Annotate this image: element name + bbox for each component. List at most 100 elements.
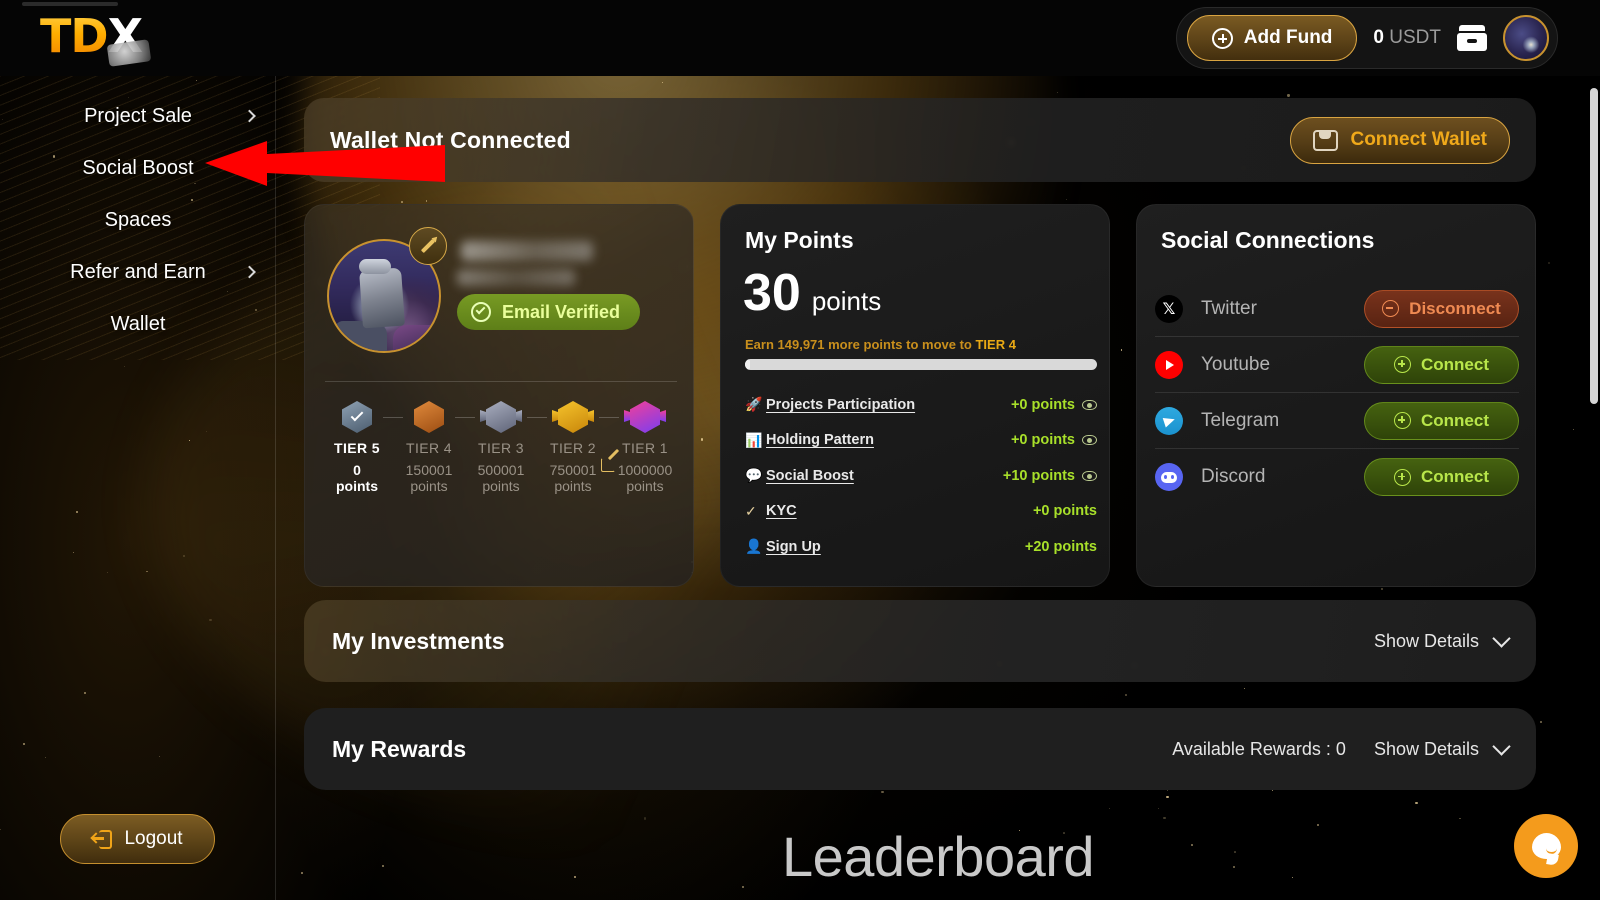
points-row-value-wrap: +0 points (1033, 502, 1097, 520)
points-row-label[interactable]: Sign Up (766, 539, 1025, 555)
chevron-down-icon (1492, 736, 1511, 756)
chat-widget-button[interactable] (1514, 814, 1578, 878)
tier-hint-target: TIER 4 (975, 337, 1016, 352)
points-row: 💬 Social Boost +10 points (745, 458, 1097, 494)
social-action-label: Connect (1421, 354, 1489, 374)
profile-email-redacted (457, 269, 575, 286)
tier-points: 500001 points (478, 462, 525, 494)
connect-discord-button[interactable]: Connect (1364, 458, 1519, 496)
tier-points-value: 1000000 (617, 462, 673, 478)
points-row-value: +0 points (1032, 503, 1097, 520)
tier-name: TIER 2 (550, 440, 596, 456)
tier-2[interactable]: TIER 2 750001 points (537, 401, 619, 494)
sidebar-item-refer-and-earn[interactable]: Refer and Earn (0, 246, 276, 298)
sidebar-item-spaces[interactable]: Spaces (0, 194, 276, 246)
connect-youtube-button[interactable]: Connect (1364, 345, 1519, 384)
edit-avatar-button[interactable] (409, 227, 447, 265)
points-row-label[interactable]: Social Boost (766, 468, 1003, 484)
header-account-pill: Add Fund 0 USDT (1175, 7, 1558, 69)
sidebar-item-social-boost[interactable]: Social Boost (0, 142, 276, 194)
my-points-card: My Points 30 points Earn 149,971 more po… (720, 204, 1110, 587)
rewards-show-details-label: Show Details (1373, 738, 1479, 759)
paper-plane (1162, 414, 1177, 427)
points-row-label[interactable]: Projects Participation (766, 397, 1011, 413)
points-row-value-wrap: +0 points (1011, 396, 1097, 414)
investments-show-details-button[interactable]: Show Details (1374, 628, 1511, 652)
social-row-youtube: Youtube Connect (1155, 337, 1519, 393)
inbox-icon[interactable] (1457, 25, 1487, 51)
tier-4[interactable]: TIER 4 150001 points (393, 401, 475, 494)
disconnect-twitter-button[interactable]: Disconnect (1364, 289, 1519, 328)
tier-track: TIER 5 0 points TIER 4 150001 points TIER 3 500… (321, 401, 681, 494)
tier-progress-fill (745, 359, 751, 370)
tier-hint-prefix: Earn 149,971 more points to move to (745, 337, 976, 352)
tier-badge-icon (342, 401, 372, 433)
avatar-robot-head (359, 259, 391, 274)
rewards-show-details-button[interactable]: Show Details (1373, 736, 1511, 760)
top-bar: TDX Add Fund 0 USDT (0, 0, 1600, 76)
logout-button[interactable]: Logout (60, 814, 215, 864)
social-platform-name: Twitter (1201, 297, 1257, 319)
inbox-lid (1459, 25, 1485, 31)
tier-badge-icon (480, 401, 522, 433)
app-root: TDX Add Fund 0 USDT Project Sale Social B… (0, 0, 1600, 900)
tier-5[interactable]: TIER 5 0 points (321, 401, 403, 495)
tier-points-unit: points (336, 478, 378, 495)
tdx-logo[interactable]: TDX (40, 8, 152, 67)
email-verified-badge[interactable]: Email Verified (457, 294, 641, 330)
add-fund-button[interactable]: Add Fund (1186, 15, 1358, 61)
points-row-label[interactable]: KYC (766, 503, 1033, 519)
eye-icon[interactable] (1082, 435, 1097, 446)
my-investments-actions: Show Details (1374, 628, 1511, 652)
sidebar-item-label: Spaces (104, 208, 172, 231)
connect-wallet-button[interactable]: Connect Wallet (1290, 116, 1510, 164)
tier-points-unit: points (626, 478, 664, 495)
sidebar-nav: Project Sale Social Boost Spaces Refer and … (0, 90, 276, 350)
chat-smile (1545, 848, 1557, 854)
tier-1[interactable]: TIER 1 1000000 points (609, 401, 681, 494)
points-row: 🚀 Projects Participation +0 points (745, 387, 1097, 423)
sidebar-item-wallet[interactable]: Wallet (0, 298, 276, 350)
tier-hexagon (630, 401, 660, 433)
tier-name: TIER 4 (406, 440, 452, 456)
tier-progress-bar (745, 359, 1097, 370)
points-row-value: +0 points (1010, 432, 1075, 449)
tier-points-value: 750001 (549, 462, 597, 478)
tier-points-unit: points (482, 478, 520, 495)
user-plus-icon: 👤 (745, 538, 763, 555)
bar-chart-icon: 📊 (745, 431, 763, 448)
tier-3[interactable]: TIER 3 500001 points (465, 401, 547, 494)
tier-badge-icon (624, 401, 666, 433)
points-row-label[interactable]: Holding Pattern (766, 432, 1011, 448)
chevron-right-icon (243, 109, 256, 123)
main-content: Wallet Not Connected Connect Wallet Emai… (276, 76, 1600, 900)
minus-circle-icon (1382, 300, 1400, 317)
points-row: 👤 Sign Up +20 points (745, 529, 1097, 565)
profile-divider (325, 381, 677, 382)
social-row-telegram: Telegram Connect (1155, 393, 1519, 449)
connect-telegram-button[interactable]: Connect (1364, 401, 1519, 440)
my-rewards-panel[interactable]: My Rewards Available Rewards : 0 Show De… (304, 708, 1536, 790)
points-row-value: +0 points (1010, 396, 1075, 413)
points-row-value: +20 points (1024, 538, 1097, 555)
social-platform-name: Telegram (1201, 409, 1280, 431)
profile-name-redacted (461, 241, 593, 261)
eye-pupil (1087, 473, 1092, 479)
logo-td-text: TD (40, 9, 109, 63)
tier-name: TIER 5 (334, 440, 380, 456)
social-platform-name: Youtube (1201, 353, 1271, 375)
check-circle-icon: ✓ (745, 502, 757, 519)
eye-icon[interactable] (1082, 470, 1097, 481)
tier-badge-icon (552, 401, 594, 433)
wallet-status-title: Wallet Not Connected (330, 126, 571, 153)
my-investments-panel[interactable]: My Investments Show Details (304, 600, 1536, 682)
social-action-label: Disconnect (1409, 298, 1501, 318)
tier-progress-hint: Earn 149,971 more points to move to TIER… (745, 337, 1016, 352)
page-scrollbar-thumb[interactable] (1590, 88, 1598, 404)
play-triangle (1166, 359, 1174, 370)
sidebar-item-project-sale[interactable]: Project Sale (0, 90, 276, 142)
eye-icon[interactable] (1082, 399, 1097, 410)
tier-badge-icon (414, 401, 444, 433)
plus-circle-icon (1394, 468, 1411, 486)
avatar[interactable] (1503, 15, 1549, 61)
